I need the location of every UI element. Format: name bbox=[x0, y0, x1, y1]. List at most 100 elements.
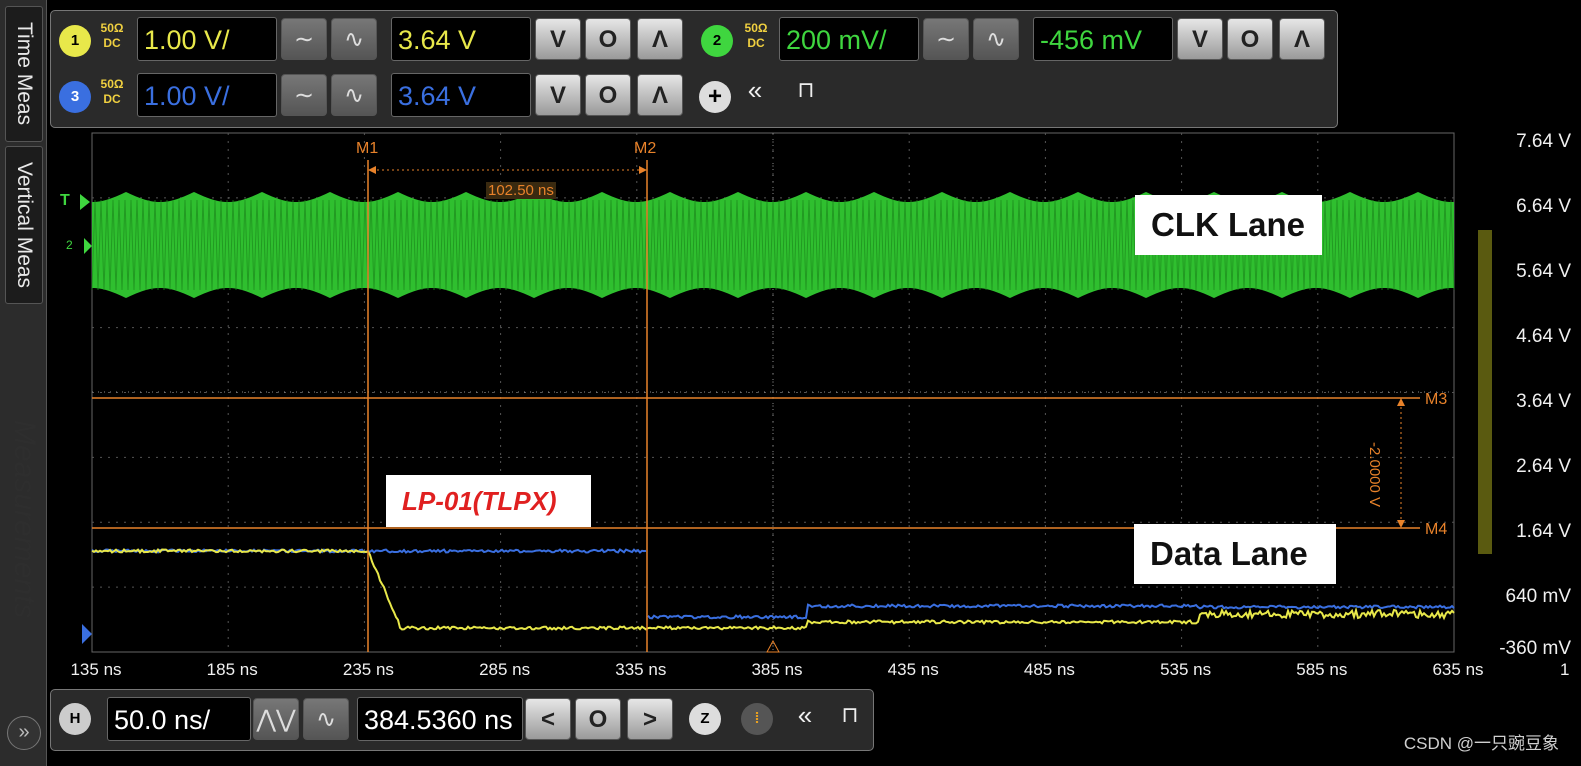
channel-3-down-button[interactable]: V bbox=[535, 74, 581, 116]
data-lane-blue-lp11 bbox=[92, 550, 646, 553]
x-axis-label: 335 ns bbox=[615, 660, 666, 680]
tab-time-meas[interactable]: Time Meas bbox=[5, 6, 43, 142]
add-channel-icon[interactable]: + bbox=[699, 81, 731, 113]
channel-2-impedance: 50Ω bbox=[741, 21, 771, 36]
channel-3-impedance: 50Ω bbox=[97, 77, 127, 92]
marker-m1-label[interactable]: M1 bbox=[356, 140, 378, 158]
x-axis-label: 385 ns bbox=[751, 660, 802, 680]
channel-3-ref-arrow bbox=[82, 624, 92, 644]
data-lane-annotation: Data Lane bbox=[1134, 524, 1336, 584]
tab-measurements[interactable]: Measurements bbox=[8, 420, 40, 680]
trigger-level-marker[interactable]: T bbox=[60, 192, 70, 210]
channel-3-dc: DC bbox=[97, 92, 127, 107]
y-axis-label: 7.64 V bbox=[1516, 131, 1571, 153]
x-axis-label: 435 ns bbox=[888, 660, 939, 680]
channel-1-coupling[interactable]: 50Ω DC bbox=[97, 21, 127, 51]
channel-1-up-button[interactable]: Λ bbox=[637, 18, 683, 60]
channel-3-badge[interactable]: 3 bbox=[59, 81, 91, 113]
channel-3-coarse-icon[interactable]: ∿ bbox=[331, 74, 377, 116]
channel-2-coupling[interactable]: 50Ω DC bbox=[741, 21, 771, 51]
marker-delta-t-arrow-right bbox=[639, 166, 647, 174]
channel-1-coarse-icon[interactable]: ∿ bbox=[331, 18, 377, 60]
marker-delta-t-arrow-left bbox=[368, 166, 376, 174]
y-axis-label: 1.64 V bbox=[1516, 521, 1571, 543]
channel-2-zero-button[interactable]: O bbox=[1227, 18, 1273, 60]
channel-2-badge[interactable]: 2 bbox=[701, 25, 733, 57]
y-axis-label: -360 mV bbox=[1499, 638, 1571, 660]
x-axis-label: 635 ns bbox=[1432, 660, 1483, 680]
channel-1-fine-icon[interactable]: ∼ bbox=[281, 18, 327, 60]
tab-measurements-label: Measurements bbox=[7, 420, 41, 680]
y-axis-label: 2.64 V bbox=[1516, 456, 1571, 478]
horizontal-right-button[interactable]: > bbox=[627, 698, 673, 740]
marker-m2-label[interactable]: M2 bbox=[634, 140, 656, 158]
x-axis-label: 585 ns bbox=[1296, 660, 1347, 680]
channel-2-offset-input[interactable]: -456 mV bbox=[1033, 17, 1173, 61]
horizontal-left-button[interactable]: < bbox=[525, 698, 571, 740]
watermark: CSDN @一只豌豆象 bbox=[1404, 729, 1559, 754]
y-axis-label: 640 mV bbox=[1506, 586, 1571, 608]
channel-3-scale-input[interactable]: 1.00 V/ bbox=[137, 73, 277, 117]
x-axis-overflow-label: 1 bbox=[1560, 660, 1569, 680]
marker-delta-v-arrow-down bbox=[1397, 520, 1405, 528]
channel-3-up-button[interactable]: Λ bbox=[637, 74, 683, 116]
side-tab-bar: Time Meas Vertical Meas Measurements » bbox=[0, 0, 47, 766]
x-axis-label: 185 ns bbox=[207, 660, 258, 680]
lp-01-annotation: LP-01(TLPX) bbox=[386, 475, 591, 527]
channel-2-ref-arrow bbox=[84, 238, 92, 254]
channel-1-badge[interactable]: 1 bbox=[59, 25, 91, 57]
y-axis-label: 6.64 V bbox=[1516, 196, 1571, 218]
marker-delta-v-readout: -2.0000 V bbox=[1366, 442, 1383, 507]
horizontal-fine-icon[interactable]: ⋀⋁ bbox=[253, 698, 299, 740]
marker-snap-icon[interactable]: ⁞ bbox=[741, 703, 773, 735]
pin-icon[interactable]: ⊓ bbox=[791, 77, 821, 103]
channel-2-fine-icon[interactable]: ∼ bbox=[923, 18, 969, 60]
channel-2-scale-input[interactable]: 200 mV/ bbox=[779, 17, 919, 61]
channel-2-coarse-icon[interactable]: ∿ bbox=[973, 18, 1019, 60]
channel-1-impedance: 50Ω bbox=[97, 21, 127, 36]
x-axis-label: 285 ns bbox=[479, 660, 530, 680]
channel-2-reference-marker[interactable]: 2 bbox=[66, 238, 73, 252]
x-axis-label: 485 ns bbox=[1024, 660, 1075, 680]
channel-1-down-button[interactable]: V bbox=[535, 18, 581, 60]
channel-1-offset-input[interactable]: 3.64 V bbox=[391, 17, 531, 61]
trigger-arrow bbox=[80, 194, 90, 210]
x-axis-label: 135 ns bbox=[70, 660, 121, 680]
zoom-icon[interactable]: Z bbox=[689, 703, 721, 735]
horizontal-control-panel: H 50.0 ns/ ⋀⋁ ∿ 384.5360 ns < O > Z ⁞ « … bbox=[50, 689, 874, 751]
channel-3-fine-icon[interactable]: ∼ bbox=[281, 74, 327, 116]
tab-vertical-meas-label: Vertical Meas bbox=[12, 162, 36, 288]
data-lane-blue-hs bbox=[648, 605, 1454, 619]
horizontal-zero-button[interactable]: O bbox=[575, 698, 621, 740]
marker-delta-v-arrow-up bbox=[1397, 398, 1405, 406]
channel-2-down-button[interactable]: V bbox=[1177, 18, 1223, 60]
horizontal-collapse-icon[interactable]: « bbox=[789, 700, 821, 731]
channel-3-coupling[interactable]: 50Ω DC bbox=[97, 77, 127, 107]
horizontal-pin-icon[interactable]: ⊓ bbox=[835, 702, 865, 728]
horizontal-position-input[interactable]: 384.5360 ns bbox=[357, 697, 523, 741]
channel-2-dc: DC bbox=[741, 36, 771, 51]
x-axis-label: 235 ns bbox=[343, 660, 394, 680]
horizontal-scale-input[interactable]: 50.0 ns/ bbox=[107, 697, 251, 741]
marker-m4-label[interactable]: M4 bbox=[1425, 521, 1447, 539]
channel-control-panel: 1 50Ω DC 1.00 V/ ∼ ∿ 3.64 V V O Λ 2 50Ω … bbox=[50, 10, 1338, 128]
tab-time-meas-label: Time Meas bbox=[12, 22, 36, 125]
tab-vertical-meas[interactable]: Vertical Meas bbox=[5, 146, 43, 304]
channel-1-dc: DC bbox=[97, 36, 127, 51]
y-axis-label: 5.64 V bbox=[1516, 261, 1571, 283]
horizontal-coarse-icon[interactable]: ∿ bbox=[303, 698, 349, 740]
channel-1-zero-button[interactable]: O bbox=[585, 18, 631, 60]
horizontal-badge[interactable]: H bbox=[59, 703, 91, 735]
channel-2-up-button[interactable]: Λ bbox=[1279, 18, 1325, 60]
channel-3-offset-input[interactable]: 3.64 V bbox=[391, 73, 531, 117]
time-reference-marker bbox=[767, 641, 779, 652]
double-chevron-down-icon[interactable]: » bbox=[7, 716, 41, 750]
offset-indicator-bar bbox=[1478, 230, 1492, 554]
x-axis-label: 535 ns bbox=[1160, 660, 1211, 680]
collapse-panel-icon[interactable]: « bbox=[739, 75, 771, 106]
y-axis-label: 4.64 V bbox=[1516, 326, 1571, 348]
channel-3-zero-button[interactable]: O bbox=[585, 74, 631, 116]
marker-m3-label[interactable]: M3 bbox=[1425, 391, 1447, 409]
channel-1-scale-input[interactable]: 1.00 V/ bbox=[137, 17, 277, 61]
marker-delta-t-readout: 102.50 ns bbox=[486, 182, 556, 199]
